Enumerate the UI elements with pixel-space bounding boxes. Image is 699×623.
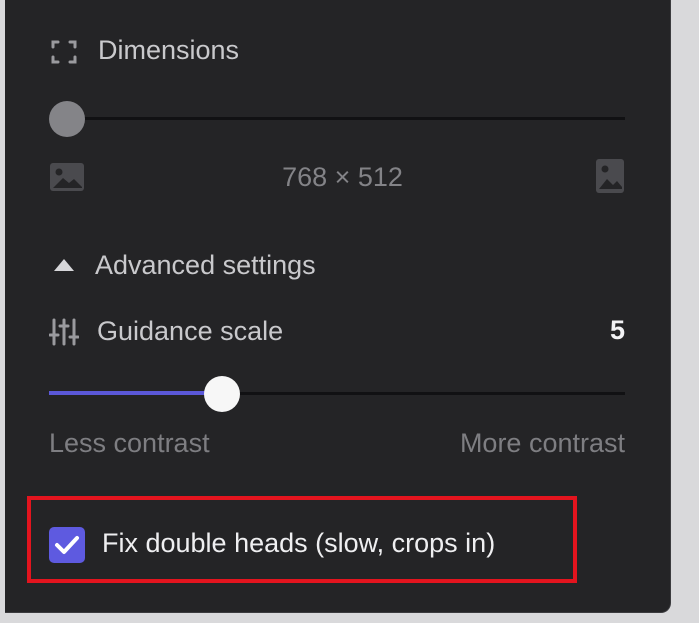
portrait-image-icon[interactable]: [595, 158, 625, 194]
dimensions-value: 768 × 512: [282, 162, 403, 192]
dimensions-slider-thumb[interactable]: [49, 101, 85, 137]
dimensions-icon: [51, 40, 77, 64]
fix-double-heads-checkbox[interactable]: [49, 527, 85, 563]
guidance-scale-value: 5: [609, 315, 625, 345]
dimensions-label: Dimensions: [98, 35, 240, 65]
sliders-icon: [49, 318, 79, 346]
dimensions-slider-track[interactable]: [67, 117, 625, 120]
more-contrast-label: More contrast: [459, 428, 625, 458]
guidance-slider-thumb[interactable]: [203, 376, 240, 412]
guidance-scale-label: Guidance scale: [97, 316, 284, 346]
guidance-slider-fill: [49, 391, 222, 395]
landscape-image-icon[interactable]: [49, 162, 85, 192]
checkmark-icon: [55, 536, 79, 554]
fix-double-heads-label[interactable]: Fix double heads (slow, crops in): [102, 526, 495, 560]
advanced-settings-toggle[interactable]: Advanced settings: [95, 248, 316, 282]
less-contrast-label: Less contrast: [49, 428, 210, 458]
caret-up-icon[interactable]: [53, 258, 75, 272]
settings-panel: Dimensions 768 × 512 Advanced settings G…: [5, 0, 671, 613]
